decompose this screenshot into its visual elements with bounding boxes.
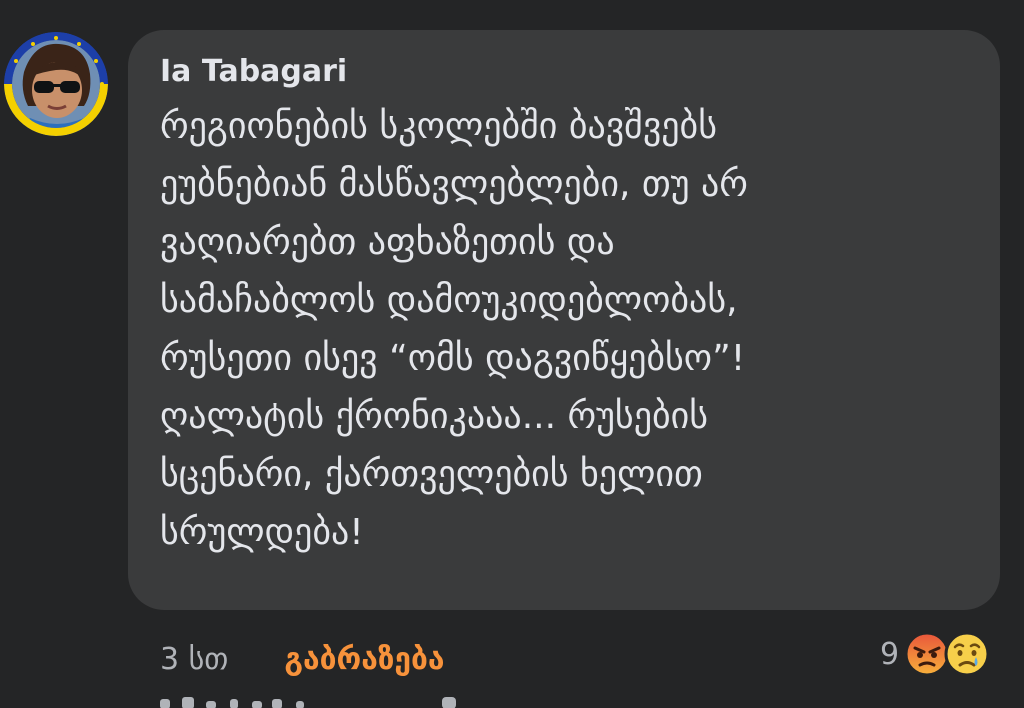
comment-line: ეუბნებიან მასწავლებლები, თუ არ bbox=[160, 164, 748, 205]
comment-author-name[interactable]: Ia Tabagari bbox=[160, 52, 968, 92]
sad-face-icon bbox=[944, 631, 990, 677]
avatar[interactable] bbox=[4, 32, 108, 136]
comment-text: რეგიონების სკოლებში ბავშვებს ეუბნებიან მ… bbox=[160, 98, 968, 562]
reaction-summary[interactable]: 9 bbox=[880, 626, 991, 682]
comment-line: რეგიონების სკოლებში ბავშვებს bbox=[160, 106, 717, 147]
comment-line: რუსეთი ისევ “ომს დაგვიწყებსო”! bbox=[160, 338, 746, 379]
cut-off-text-shape bbox=[160, 697, 456, 708]
comment-meta-row: 3 სთ გაბრაზება bbox=[160, 636, 445, 682]
comment-line: სრულდება! bbox=[160, 512, 364, 553]
comment-line: სამაჩაბლოს დამოუკიდებლობას, bbox=[160, 280, 738, 321]
reaction-count: 9 bbox=[880, 636, 900, 672]
comment-thread: Ia Tabagari რეგიონების სკოლებში ბავშვებს… bbox=[0, 0, 1024, 708]
angry-reaction-button[interactable]: გაბრაზება bbox=[284, 642, 444, 677]
user-avatar-image bbox=[4, 32, 108, 136]
comment-line: ვაღიარებთ აფხაზეთის და bbox=[160, 222, 615, 263]
next-comment-fragment bbox=[160, 694, 480, 708]
comment-bubble: Ia Tabagari რეგიონების სკოლებში ბავშვებს… bbox=[128, 30, 1000, 610]
comment-line: სცენარი, ქართველების ხელით bbox=[160, 454, 703, 495]
comment-line: ღალატის ქრონიკააა... რუსების bbox=[160, 396, 709, 437]
comment-timestamp[interactable]: 3 სთ bbox=[160, 642, 228, 677]
